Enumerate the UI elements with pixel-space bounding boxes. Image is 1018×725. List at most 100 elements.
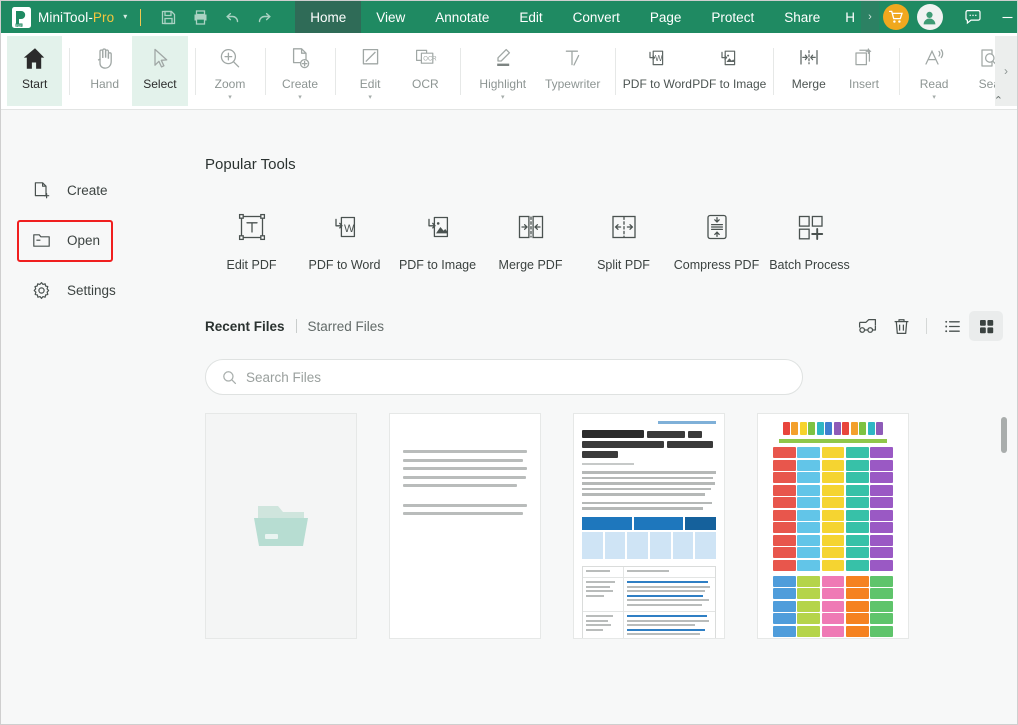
recent-files-region	[205, 413, 1007, 724]
ribbon-item-label: Merge	[791, 77, 826, 91]
tool-merge-pdf[interactable]: Merge PDF	[484, 207, 577, 272]
create-file-icon	[288, 43, 312, 73]
search-icon	[222, 370, 237, 385]
tool-label: Batch Process	[769, 258, 850, 272]
compress-icon	[700, 207, 734, 247]
ribbon-zoom-button[interactable]: Zoom ▾	[202, 36, 257, 106]
tab-recent-files[interactable]: Recent Files	[205, 319, 285, 334]
ribbon-hand-button[interactable]: Hand	[77, 36, 132, 106]
typewriter-icon	[561, 43, 585, 73]
search-box[interactable]	[205, 359, 803, 395]
ribbon-item-label: PDF to Image	[692, 77, 767, 91]
tab-help[interactable]: H	[835, 1, 861, 33]
undo-icon[interactable]	[217, 1, 247, 33]
tab-view[interactable]: View	[361, 1, 420, 33]
tabs-scroll-right-icon[interactable]: ›	[860, 1, 879, 33]
open-file-placeholder-card[interactable]	[205, 413, 357, 639]
tab-edit[interactable]: Edit	[504, 1, 557, 33]
tool-pdf-to-image[interactable]: PDF to Image	[391, 207, 484, 272]
ribbon-edit-button[interactable]: Edit ▾	[343, 36, 398, 106]
pdf-to-word-icon: W	[328, 207, 362, 247]
redo-icon[interactable]	[249, 1, 279, 33]
new-file-icon	[31, 181, 51, 200]
scrollbar-thumb[interactable]	[1001, 417, 1007, 453]
ribbon-item-label: Zoom	[214, 77, 246, 91]
ribbon-pdf-to-word-button[interactable]: W PDF to Word	[622, 36, 692, 106]
ribbon-item-label: OCR	[412, 77, 439, 91]
ribbon-merge-button[interactable]: Merge	[781, 36, 836, 106]
tool-split-pdf[interactable]: Split PDF	[577, 207, 670, 272]
pdf-to-image-icon	[716, 43, 742, 73]
chevron-down-icon[interactable]: ▾	[368, 94, 372, 101]
ribbon-pdf-to-image-button[interactable]: PDF to Image	[692, 36, 766, 106]
chevron-down-icon[interactable]: ▾	[932, 94, 936, 101]
recent-file-card[interactable]	[389, 413, 541, 639]
tool-compress-pdf[interactable]: Compress PDF	[670, 207, 763, 272]
tool-label: Split PDF	[597, 258, 650, 272]
zoom-in-icon	[218, 43, 242, 73]
ribbon-item-label: Read	[919, 77, 949, 91]
tool-edit-pdf[interactable]: Edit PDF	[205, 207, 298, 272]
cart-icon[interactable]	[882, 4, 909, 30]
tool-label: Merge PDF	[498, 258, 563, 272]
ribbon-ocr-button[interactable]: OCR OCR	[398, 36, 453, 106]
ribbon-divider	[264, 48, 266, 95]
collapse-ribbon-icon[interactable]: ⌃	[994, 96, 1003, 107]
files-grid	[205, 413, 1003, 724]
minitool-logo-icon: PDF	[12, 6, 31, 28]
minimize-button[interactable]	[991, 1, 1018, 33]
tab-protect[interactable]: Protect	[696, 1, 769, 33]
quick-access-toolbar	[149, 1, 279, 33]
grid-view-icon[interactable]	[969, 311, 1003, 341]
files-scrollbar[interactable]	[999, 413, 1009, 724]
ribbon-start-button[interactable]: Start	[7, 36, 63, 106]
ribbon-divider	[773, 48, 775, 95]
ribbon-highlight-button[interactable]: Highlight ▾	[468, 36, 538, 106]
title-bar: PDF MiniTool-Pro ▾ Home View Annotate Ed…	[1, 1, 1017, 33]
ribbon-item-label: PDF to Word	[622, 77, 692, 91]
ribbon-divider	[334, 48, 336, 95]
document-thumbnail	[390, 414, 540, 515]
batch-grid-icon	[793, 207, 827, 247]
recent-file-card[interactable]	[757, 413, 909, 639]
read-mode-icon[interactable]	[850, 311, 884, 341]
feedback-chat-icon[interactable]	[955, 1, 991, 33]
tool-label: PDF to Image	[398, 258, 477, 272]
search-input[interactable]	[246, 369, 786, 385]
page-title: Popular Tools	[205, 156, 296, 173]
sidebar-item-open[interactable]: Open	[17, 220, 201, 262]
ribbon-insert-button[interactable]: Insert	[836, 36, 891, 106]
title-bar-right	[879, 1, 1018, 33]
folder-icon	[31, 231, 51, 250]
tool-pdf-to-word[interactable]: W PDF to Word	[298, 207, 391, 272]
ribbon-item-label: Create	[282, 77, 319, 91]
tab-starred-files[interactable]: Starred Files	[308, 319, 385, 334]
tab-page[interactable]: Page	[635, 1, 697, 33]
sidebar-item-settings[interactable]: Settings	[21, 270, 201, 310]
tab-home[interactable]: Home	[295, 1, 362, 33]
ribbon-item-label: Highlight	[479, 77, 527, 91]
tab-convert[interactable]: Convert	[558, 1, 635, 33]
save-icon[interactable]	[153, 1, 183, 33]
tab-annotate[interactable]: Annotate	[420, 1, 504, 33]
delete-icon[interactable]	[884, 311, 918, 341]
tool-batch-process[interactable]: Batch Process	[763, 207, 856, 272]
ribbon-item-label: Insert	[849, 77, 880, 91]
chevron-down-icon[interactable]: ▾	[298, 94, 302, 101]
ribbon-create-button[interactable]: Create ▾	[272, 36, 327, 106]
tab-share[interactable]: Share	[769, 1, 835, 33]
list-view-icon[interactable]	[935, 311, 969, 341]
sidebar-item-label: Create	[67, 182, 108, 198]
recent-file-card[interactable]	[573, 413, 725, 639]
print-icon[interactable]	[185, 1, 215, 33]
sidebar-item-create[interactable]: Create	[21, 170, 201, 210]
ribbon-typewriter-button[interactable]: Typewriter	[538, 36, 608, 106]
chevron-down-icon[interactable]: ▾	[501, 94, 505, 101]
ribbon-select-button[interactable]: Select	[132, 36, 188, 106]
ribbon-read-button[interactable]: Read ▾	[906, 36, 961, 106]
app-brand[interactable]: PDF MiniTool-Pro ▾	[1, 1, 149, 33]
avatar[interactable]	[916, 4, 943, 30]
chevron-down-icon[interactable]: ▾	[123, 13, 127, 21]
gear-icon	[31, 281, 51, 300]
chevron-down-icon[interactable]: ▾	[228, 94, 232, 101]
